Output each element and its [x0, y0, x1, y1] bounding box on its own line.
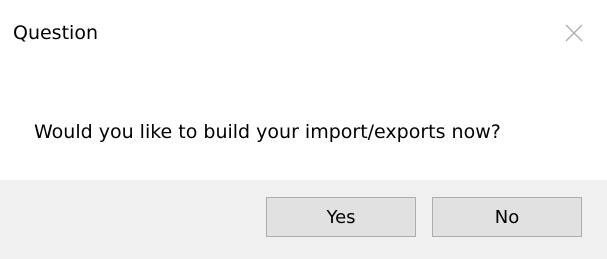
yes-button[interactable]: Yes [266, 197, 416, 237]
close-icon [565, 24, 583, 42]
dialog-content: Would you like to build your import/expo… [0, 72, 607, 180]
title-bar: Question [0, 0, 607, 72]
no-button[interactable]: No [432, 197, 582, 237]
close-button[interactable] [559, 18, 589, 48]
dialog-button-bar: Yes No [0, 180, 607, 259]
dialog-title: Question [13, 22, 98, 44]
question-dialog: Question Would you like to build your im… [0, 0, 607, 259]
dialog-message: Would you like to build your import/expo… [34, 121, 501, 143]
